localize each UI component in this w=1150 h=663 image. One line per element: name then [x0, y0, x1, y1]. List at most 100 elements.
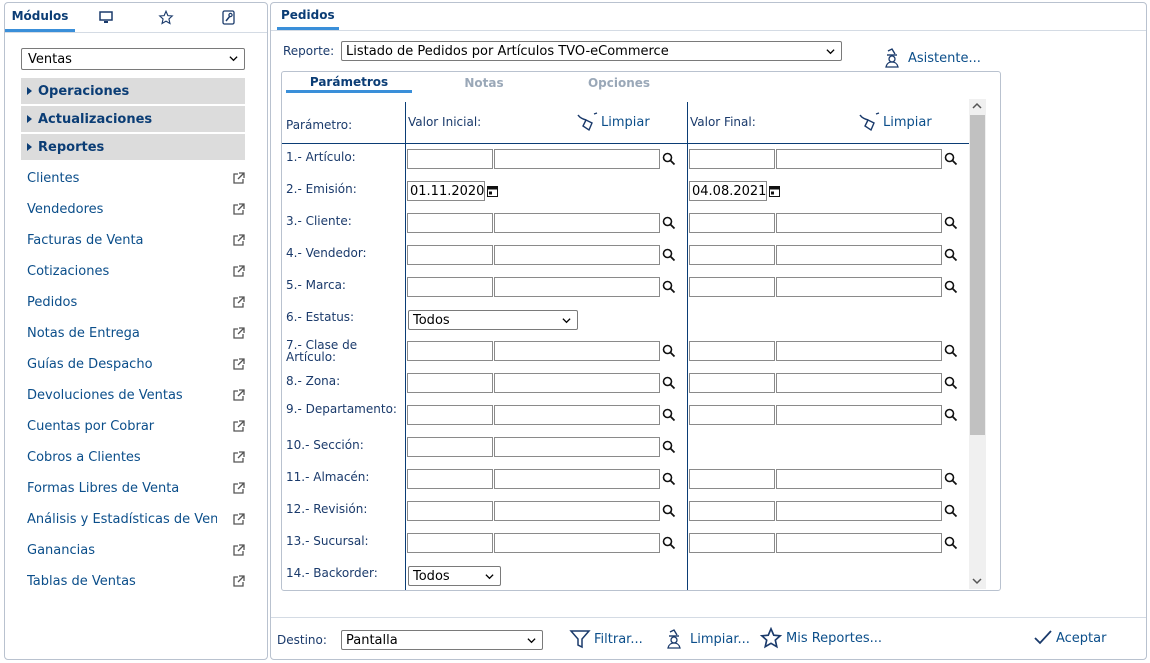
my-reports-button[interactable]: Mis Reportes... [759, 627, 882, 649]
search-icon[interactable] [944, 280, 958, 294]
external-link-icon[interactable] [232, 574, 245, 588]
param-initial-code[interactable] [407, 533, 493, 553]
date-final-input[interactable]: 04.08.2021 [689, 181, 767, 201]
param-final-code[interactable] [689, 277, 775, 297]
param-select[interactable]: Todos [408, 310, 578, 330]
assistant-button[interactable]: Asistente... [883, 47, 981, 69]
search-icon[interactable] [662, 152, 676, 166]
external-link-icon[interactable] [232, 326, 245, 340]
external-link-icon[interactable] [232, 171, 245, 185]
param-final-desc[interactable] [776, 213, 942, 233]
scrollbar-thumb[interactable] [970, 115, 985, 435]
accordion-reportes[interactable]: Reportes [21, 134, 245, 161]
tab-monitor[interactable] [91, 3, 121, 32]
sidebar-item[interactable]: Devoluciones de Ventas [27, 385, 245, 405]
param-final-desc[interactable] [776, 501, 942, 521]
clear-final-button[interactable]: Limpiar [858, 112, 932, 132]
param-initial-code[interactable] [407, 341, 493, 361]
param-initial-code[interactable] [407, 469, 493, 489]
param-final-code[interactable] [689, 341, 775, 361]
search-icon[interactable] [944, 216, 958, 230]
param-initial-code[interactable] [407, 149, 493, 169]
external-link-icon[interactable] [232, 264, 245, 278]
param-final-desc[interactable] [776, 469, 942, 489]
chevron-down-icon[interactable] [972, 577, 982, 585]
scrollbar[interactable] [969, 99, 986, 589]
param-final-code[interactable] [689, 245, 775, 265]
param-final-code[interactable] [689, 405, 775, 425]
clear-button[interactable]: Limpiar... [665, 628, 750, 650]
param-initial-code[interactable] [407, 501, 493, 521]
search-icon[interactable] [662, 376, 676, 390]
external-link-icon[interactable] [232, 512, 245, 526]
search-icon[interactable] [944, 408, 958, 422]
search-icon[interactable] [944, 344, 958, 358]
param-initial-desc[interactable] [494, 501, 660, 521]
tab-tools[interactable] [213, 3, 243, 32]
param-final-desc[interactable] [776, 533, 942, 553]
search-icon[interactable] [944, 248, 958, 262]
tab-parametros[interactable]: Parámetros [286, 73, 412, 93]
param-final-desc[interactable] [776, 149, 942, 169]
param-initial-desc[interactable] [494, 533, 660, 553]
tab-favorites[interactable] [151, 3, 181, 32]
param-final-desc[interactable] [776, 341, 942, 361]
search-icon[interactable] [944, 376, 958, 390]
search-icon[interactable] [662, 536, 676, 550]
param-final-code[interactable] [689, 469, 775, 489]
calendar-icon[interactable] [769, 185, 780, 197]
module-select[interactable]: Ventas [21, 48, 245, 70]
search-icon[interactable] [662, 408, 676, 422]
tab-opciones[interactable]: Opciones [554, 73, 684, 93]
param-final-desc[interactable] [776, 405, 942, 425]
param-initial-desc[interactable] [494, 213, 660, 233]
param-final-code[interactable] [689, 501, 775, 521]
sidebar-item[interactable]: Notas de Entrega [27, 323, 245, 343]
search-icon[interactable] [944, 504, 958, 518]
param-final-code[interactable] [689, 213, 775, 233]
search-icon[interactable] [662, 504, 676, 518]
param-initial-code[interactable] [407, 373, 493, 393]
external-link-icon[interactable] [232, 233, 245, 247]
param-initial-desc[interactable] [494, 341, 660, 361]
external-link-icon[interactable] [232, 419, 245, 433]
param-initial-code[interactable] [407, 213, 493, 233]
destino-select[interactable]: Pantalla [341, 630, 543, 650]
accept-button[interactable]: Aceptar [1033, 629, 1106, 647]
sidebar-item[interactable]: Cotizaciones [27, 261, 245, 281]
search-icon[interactable] [662, 440, 676, 454]
calendar-icon[interactable] [487, 185, 498, 197]
param-initial-code[interactable] [407, 245, 493, 265]
sidebar-item[interactable]: Pedidos [27, 292, 245, 312]
external-link-icon[interactable] [232, 357, 245, 371]
date-initial-input[interactable]: 01.11.2020 [407, 181, 485, 201]
report-select[interactable]: Listado de Pedidos por Artículos TVO-eCo… [341, 41, 842, 61]
search-icon[interactable] [662, 280, 676, 294]
sidebar-item[interactable]: Análisis y Estadísticas de Ventas [27, 509, 245, 529]
sidebar-item[interactable]: Cobros a Clientes [27, 447, 245, 467]
param-initial-desc[interactable] [494, 437, 660, 457]
param-initial-desc[interactable] [494, 245, 660, 265]
search-icon[interactable] [662, 216, 676, 230]
param-initial-code[interactable] [407, 405, 493, 425]
clear-initial-button[interactable]: Limpiar [576, 112, 650, 132]
search-icon[interactable] [944, 152, 958, 166]
sidebar-item[interactable]: Formas Libres de Venta [27, 478, 245, 498]
sidebar-item[interactable]: Facturas de Venta [27, 230, 245, 250]
external-link-icon[interactable] [232, 295, 245, 309]
param-initial-desc[interactable] [494, 149, 660, 169]
search-icon[interactable] [944, 536, 958, 550]
param-final-desc[interactable] [776, 245, 942, 265]
search-icon[interactable] [662, 248, 676, 262]
search-icon[interactable] [662, 344, 676, 358]
accordion-actualizaciones[interactable]: Actualizaciones [21, 106, 245, 133]
search-icon[interactable] [944, 472, 958, 486]
sidebar-item[interactable]: Tablas de Ventas [27, 571, 245, 591]
param-initial-desc[interactable] [494, 469, 660, 489]
external-link-icon[interactable] [232, 202, 245, 216]
param-initial-code[interactable] [407, 437, 493, 457]
chevron-up-icon[interactable] [972, 102, 982, 110]
param-initial-desc[interactable] [494, 277, 660, 297]
sidebar-item[interactable]: Guías de Despacho [27, 354, 245, 374]
sidebar-item[interactable]: Clientes [27, 168, 245, 188]
